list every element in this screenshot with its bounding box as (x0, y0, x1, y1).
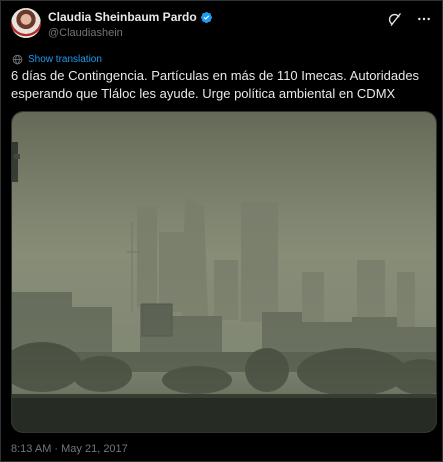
tweet-timestamp[interactable]: 8:13 AM · May 21, 2017 (11, 443, 128, 455)
tweet-card: Claudia Sheinbaum Pardo @Claudiashein Sh… (0, 0, 443, 462)
translate-globe-icon (12, 54, 23, 64)
display-name-row: Claudia Sheinbaum Pardo (48, 9, 213, 25)
verified-badge-icon (200, 11, 212, 23)
display-name[interactable]: Claudia Sheinbaum Pardo (48, 9, 197, 25)
author-names: Claudia Sheinbaum Pardo @Claudiashein (48, 9, 213, 40)
grok-icon (388, 12, 401, 26)
smoggy-city-skyline-photo (12, 112, 436, 432)
handle[interactable]: @Claudiashein (48, 26, 213, 40)
show-translation-label: Show translation (28, 53, 102, 65)
tweet-text: 6 días de Contingencia. Partículas en má… (11, 68, 420, 101)
avatar[interactable] (11, 8, 41, 38)
grok-button[interactable] (386, 11, 402, 27)
show-translation-link[interactable]: Show translation (12, 52, 102, 66)
header-actions (386, 11, 432, 27)
more-options-icon (418, 17, 430, 21)
more-options-button[interactable] (416, 11, 432, 27)
tweet-header: Claudia Sheinbaum Pardo @Claudiashein (11, 7, 432, 43)
tweet-photo[interactable] (11, 111, 437, 433)
